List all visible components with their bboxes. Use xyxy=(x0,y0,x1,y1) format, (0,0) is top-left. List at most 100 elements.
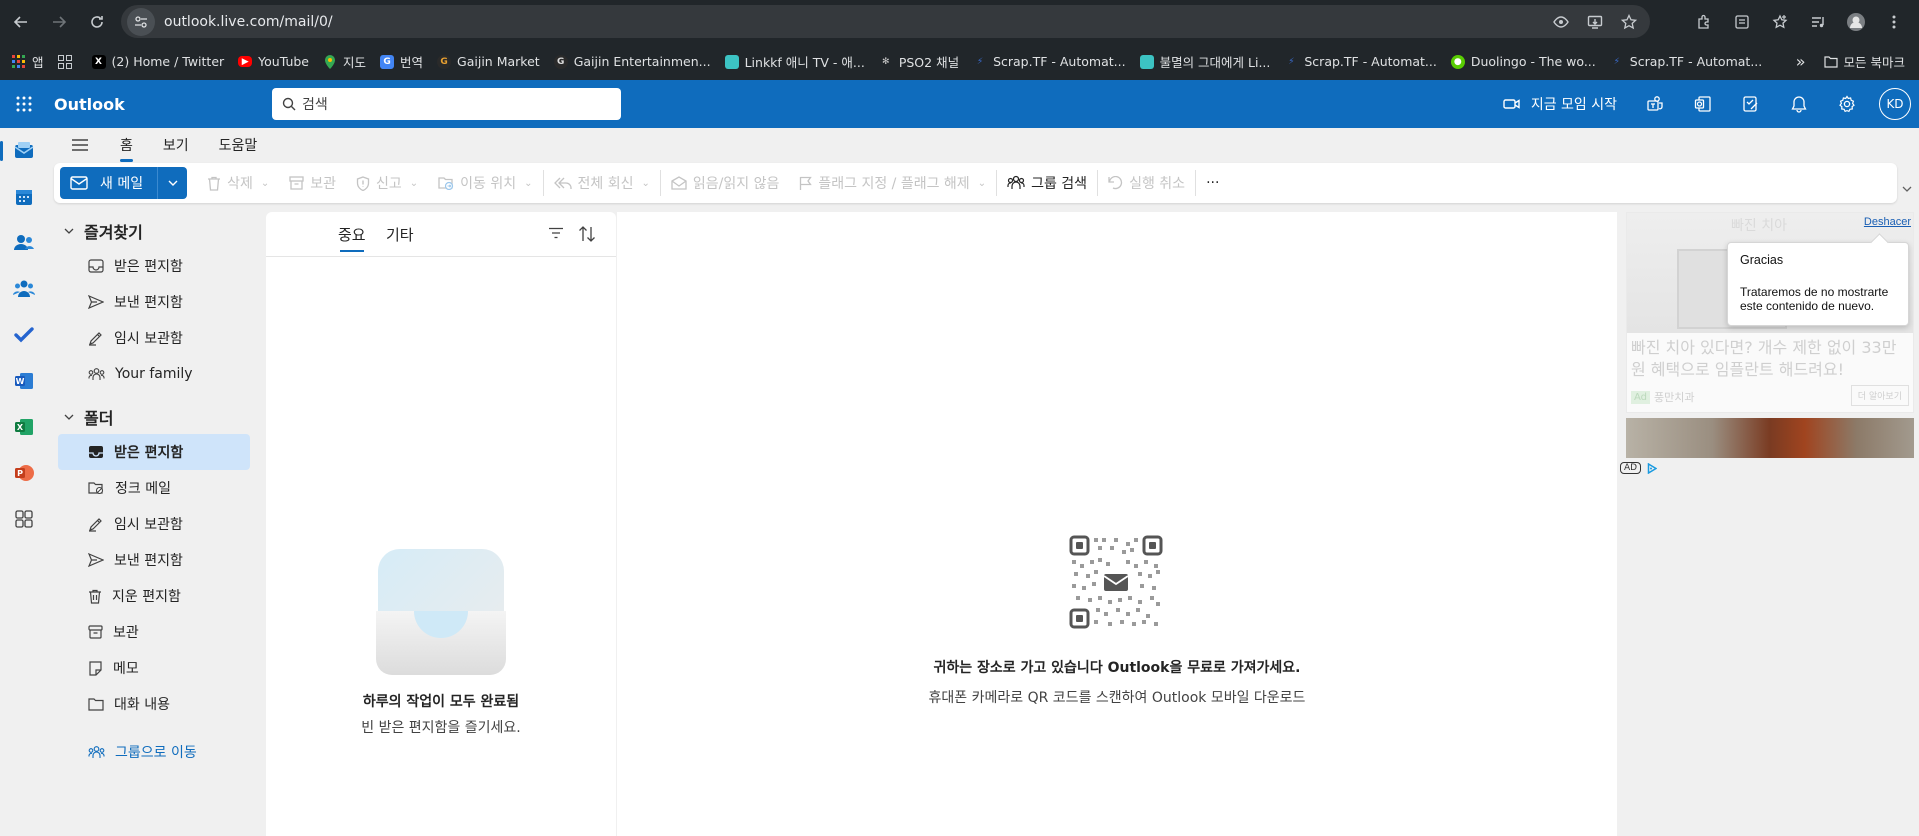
groups-app-icon[interactable] xyxy=(0,266,48,312)
folder-junk[interactable]: 정크 메일 xyxy=(58,470,250,506)
excel-app-icon[interactable]: X xyxy=(0,404,48,450)
address-bar[interactable]: outlook.live.com/mail/0/ xyxy=(121,5,1650,38)
folder-notes[interactable]: 메모 xyxy=(58,650,250,686)
ad-photo-strip[interactable] xyxy=(1626,418,1914,458)
ribbon-expand-icon[interactable] xyxy=(1902,186,1912,192)
linkkf-icon xyxy=(724,54,739,69)
bookmark-maps[interactable]: 지도 xyxy=(323,52,366,71)
read-unread-button[interactable]: 읽음/읽지 않음 xyxy=(661,173,789,193)
tab-focused[interactable]: 중요 xyxy=(338,224,366,252)
bookmark-linkkf[interactable]: Linkkf 애니 TV - 애... xyxy=(724,52,865,71)
search-input[interactable]: 검색 xyxy=(272,88,621,120)
folder-drafts[interactable]: 임시 보관함 xyxy=(58,506,250,542)
folder-inbox[interactable]: 받은 편지함 xyxy=(58,434,250,470)
empty-inbox-illustration-icon xyxy=(266,547,616,677)
bookmark-tab-groups[interactable] xyxy=(57,54,78,69)
undo-button[interactable]: 실행 취소 xyxy=(1098,173,1195,193)
more-apps-icon[interactable] xyxy=(0,496,48,542)
reading-pane xyxy=(617,212,1617,836)
go-to-groups-link[interactable]: 그룹으로 이동 xyxy=(58,734,250,770)
forward-icon[interactable] xyxy=(42,5,76,39)
outlook-header: Outlook 검색 지금 모임 시작 KD xyxy=(0,80,1919,128)
group-search-button[interactable]: 그룹 검색 xyxy=(997,173,1097,193)
settings-gear-icon[interactable] xyxy=(1823,80,1871,128)
delete-button[interactable]: 삭제 ⌄ xyxy=(197,173,279,193)
favorite-your-family[interactable]: Your family xyxy=(58,356,250,392)
meet-now-button[interactable]: 지금 모임 시작 xyxy=(1503,94,1617,114)
folder-sent[interactable]: 보낸 편지함 xyxy=(58,542,250,578)
bookmark-gaijin-entertainment[interactable]: G Gaijin Entertainmen... xyxy=(553,54,711,69)
site-info-icon[interactable] xyxy=(127,7,155,36)
reading-list-icon[interactable] xyxy=(1725,5,1759,39)
bookmark-scraptf-3[interactable]: ⚡ Scrap.TF - Automat... xyxy=(1610,54,1763,69)
office-app-icon[interactable] xyxy=(1679,80,1727,128)
reply-all-button[interactable]: 전체 회신 ⌄ xyxy=(544,173,660,193)
favorite-sent[interactable]: 보낸 편지함 xyxy=(58,284,250,320)
folder-archive[interactable]: 보관 xyxy=(58,614,250,650)
reload-icon[interactable] xyxy=(80,5,114,39)
bookmark-apps[interactable]: 앱 xyxy=(12,52,44,71)
back-icon[interactable] xyxy=(4,5,38,39)
adchoices[interactable]: AD xyxy=(1620,462,1658,474)
favorite-drafts[interactable]: 임시 보관함 xyxy=(58,320,250,356)
calendar-app-icon[interactable] xyxy=(0,174,48,220)
move-to-button[interactable]: 이동 위치 ⌄ xyxy=(428,173,542,193)
account-avatar[interactable]: KD xyxy=(1879,88,1911,120)
flag-button[interactable]: 플래그 지정 / 플래그 해제 ⌄ xyxy=(789,173,996,193)
tab-view[interactable]: 보기 xyxy=(163,131,189,159)
mail-app-icon[interactable] xyxy=(0,128,48,174)
report-button[interactable]: 신고 ⌄ xyxy=(346,173,428,193)
my-day-icon[interactable] xyxy=(1727,80,1775,128)
note-icon xyxy=(88,660,103,676)
all-bookmarks-button[interactable]: 모든 북마크 xyxy=(1823,52,1905,71)
ad-learn-more-button[interactable]: 더 알아보기 xyxy=(1850,385,1909,406)
menu-kebab-icon[interactable] xyxy=(1877,5,1911,39)
sort-icon[interactable] xyxy=(578,226,596,242)
folder-conversation-history[interactable]: 대화 내용 xyxy=(58,686,250,722)
more-actions-button[interactable]: ··· xyxy=(1196,175,1229,191)
bookmark-pso2[interactable]: ✻ PSO2 채널 xyxy=(879,52,959,71)
bookmark-translate[interactable]: G 번역 xyxy=(380,52,423,71)
promo-title: 귀하는 장소로 가고 있습니다 Outlook을 무료로 가져가세요. xyxy=(933,660,1301,676)
todo-app-icon[interactable] xyxy=(0,312,48,358)
bookmark-youtube[interactable]: ▶ YouTube xyxy=(238,54,309,69)
filter-icon[interactable] xyxy=(548,227,564,239)
empty-inbox-state: 하루의 작업이 모두 완료됨 빈 받은 편지함을 즐기세요. xyxy=(266,547,616,737)
notifications-bell-icon[interactable] xyxy=(1775,80,1823,128)
bookmark-duolingo[interactable]: ● Duolingo - The wo... xyxy=(1450,54,1596,69)
install-app-icon[interactable] xyxy=(1580,7,1610,37)
archive-button[interactable]: 보관 xyxy=(279,173,346,193)
bookmark-immortal[interactable]: 불멸의 그대에게 Li... xyxy=(1139,52,1270,71)
folder-deleted[interactable]: 지운 편지함 xyxy=(58,578,250,614)
extensions-icon[interactable] xyxy=(1687,5,1721,39)
favorite-inbox[interactable]: 받은 편지함 xyxy=(58,248,250,284)
tab-home[interactable]: 홈 xyxy=(120,131,133,162)
word-app-icon[interactable]: W xyxy=(0,358,48,404)
video-camera-icon xyxy=(1503,97,1521,111)
app-launcher-icon[interactable] xyxy=(0,80,48,128)
eye-icon[interactable] xyxy=(1546,7,1576,37)
profile-avatar-icon[interactable] xyxy=(1839,5,1873,39)
tab-help[interactable]: 도움말 xyxy=(219,131,258,159)
tab-other[interactable]: 기타 xyxy=(386,224,414,245)
media-control-icon[interactable] xyxy=(1801,5,1835,39)
url-text[interactable]: outlook.live.com/mail/0/ xyxy=(164,14,333,30)
people-app-icon[interactable] xyxy=(0,220,48,266)
favorites-icon[interactable] xyxy=(1763,5,1797,39)
bookmark-scraptf-1[interactable]: ⚡ Scrap.TF - Automat... xyxy=(973,54,1126,69)
bookmarks-overflow-button[interactable]: » xyxy=(1796,52,1806,71)
powerpoint-app-icon[interactable]: P xyxy=(0,450,48,496)
people-community-icon xyxy=(88,745,105,760)
bookmark-twitter[interactable]: X (2) Home / Twitter xyxy=(91,54,224,69)
new-mail-dropdown[interactable] xyxy=(157,167,188,199)
bookmark-gaijin-market[interactable]: G Gaijin Market xyxy=(437,54,540,69)
hamburger-menu-icon[interactable] xyxy=(48,128,112,162)
bookmark-star-icon[interactable] xyxy=(1614,7,1644,37)
teams-icon[interactable] xyxy=(1631,80,1679,128)
ad-undo-link[interactable]: Deshacer xyxy=(1864,216,1911,228)
folders-header[interactable]: 폴더 xyxy=(54,400,254,434)
favorites-header[interactable]: 즐겨찾기 xyxy=(54,214,254,248)
bookmark-scraptf-2[interactable]: ⚡ Scrap.TF - Automat... xyxy=(1284,54,1437,69)
app-title[interactable]: Outlook xyxy=(54,95,125,114)
new-mail-button[interactable]: 새 메일 xyxy=(60,167,158,199)
